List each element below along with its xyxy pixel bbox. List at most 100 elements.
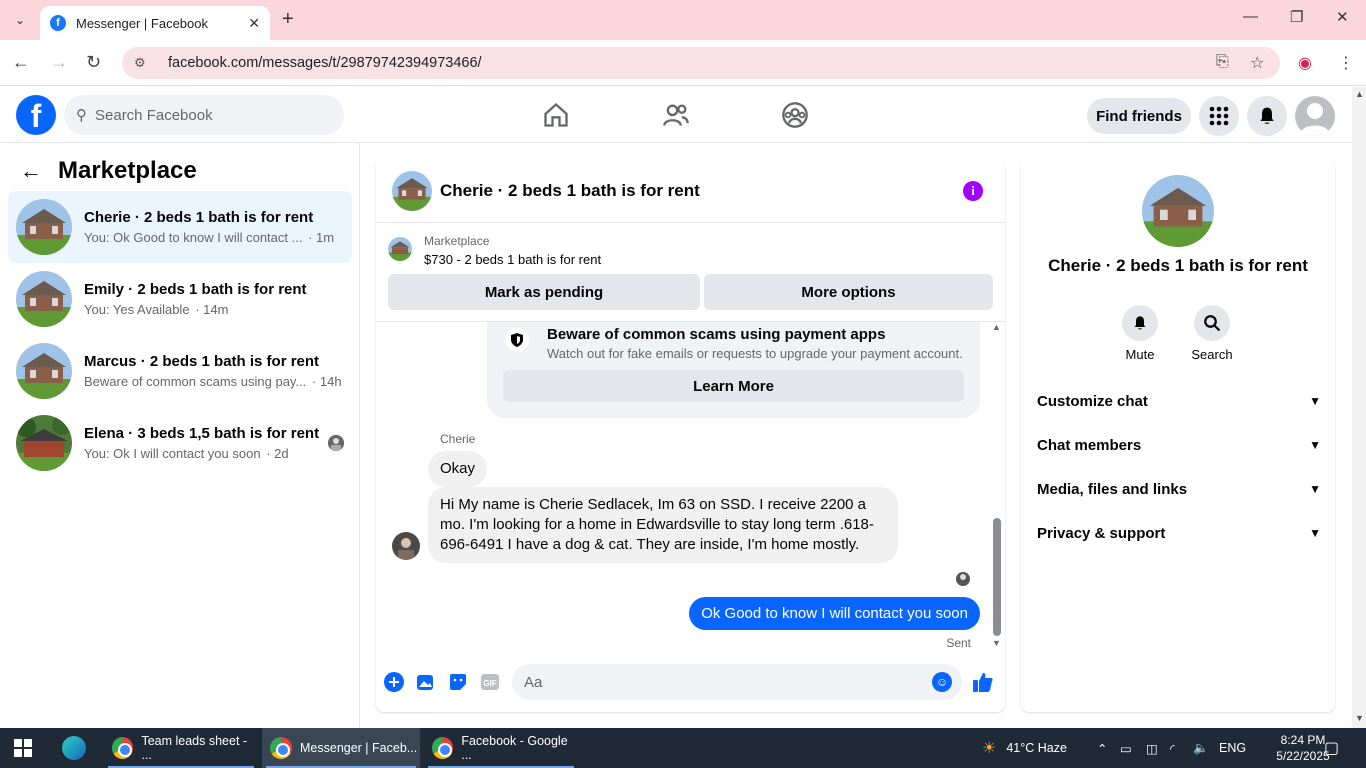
- search-icon: [1194, 305, 1230, 341]
- edge-browser-icon[interactable]: [62, 736, 86, 760]
- media-files-links-section[interactable]: Media, files and links ▼: [1037, 473, 1321, 505]
- back-arrow-icon[interactable]: ←: [12, 52, 30, 73]
- incoming-message[interactable]: Okay: [428, 451, 488, 487]
- add-plus-icon[interactable]: [383, 671, 405, 693]
- marketplace-header: ← Marketplace: [20, 157, 197, 185]
- learn-more-button[interactable]: Learn More: [503, 370, 964, 402]
- taskbar-item-team-leads[interactable]: Team leads sheet - ...: [104, 728, 258, 768]
- chat-scrollbar[interactable]: ▲ ▼: [990, 322, 1002, 652]
- windows-taskbar: Team leads sheet - ... Messenger | Faceb…: [0, 728, 1366, 768]
- listing-source: Marketplace: [424, 234, 490, 248]
- house-thumbnail: [16, 199, 72, 255]
- taskbar-item-label: Team leads sheet - ...: [141, 734, 248, 762]
- scam-warning-body: Watch out for fake emails or requests to…: [547, 346, 963, 361]
- language-indicator[interactable]: ENG: [1219, 728, 1246, 768]
- listing-title[interactable]: $730 - 2 beds 1 bath is for rent: [424, 252, 601, 267]
- chevron-down-icon: ▼: [1309, 438, 1321, 452]
- chat-panel: Cherie · 2 beds 1 bath is for rent i Mar…: [376, 159, 1005, 712]
- conversation-name: Cherie · 2 beds 1 bath is for rent: [84, 209, 314, 226]
- home-icon[interactable]: [542, 101, 570, 129]
- restore-icon[interactable]: ❐: [1290, 8, 1303, 26]
- listing-banner: Marketplace $730 - 2 beds 1 bath is for …: [376, 224, 1005, 322]
- info-icon[interactable]: i: [963, 181, 983, 201]
- emoji-icon[interactable]: ☺: [932, 672, 952, 692]
- conversation-name: Elena · 3 beds 1,5 bath is for rent: [84, 425, 320, 442]
- scroll-down-arrow-icon[interactable]: ▼: [992, 638, 1001, 648]
- conversation-time: · 2d: [266, 446, 289, 461]
- privacy-support-section[interactable]: Privacy & support ▼: [1037, 517, 1321, 549]
- mute-action[interactable]: Mute: [1110, 305, 1170, 362]
- tab-search-chevron-icon[interactable]: ⌄: [8, 8, 32, 32]
- volume-icon[interactable]: 🔈: [1193, 728, 1209, 768]
- site-settings-icon[interactable]: ⚙: [134, 55, 152, 71]
- sticker-icon[interactable]: [447, 671, 469, 693]
- tab-close-icon[interactable]: ✕: [248, 15, 260, 32]
- mute-label: Mute: [1125, 347, 1155, 362]
- gif-icon[interactable]: GIF: [479, 671, 501, 693]
- scam-warning-card: Beware of common scams using payment app…: [487, 322, 980, 418]
- conversation-item[interactable]: Emily · 2 beds 1 bath is for rent You: Y…: [8, 263, 352, 335]
- bookmark-star-icon[interactable]: ☆: [1250, 53, 1264, 73]
- chat-title[interactable]: Cherie · 2 beds 1 bath is for rent: [440, 181, 700, 201]
- tray-chevron-up-icon[interactable]: ⌃: [1097, 728, 1107, 768]
- conversation-item[interactable]: Cherie · 2 beds 1 bath is for rent You: …: [8, 191, 352, 263]
- customize-chat-section[interactable]: Customize chat ▼: [1037, 385, 1321, 417]
- more-options-button[interactable]: More options: [704, 274, 993, 310]
- message-composer: GIF Aa ☺: [376, 659, 1005, 707]
- install-app-icon[interactable]: ⎘: [1216, 53, 1229, 71]
- page-scroll-down-icon[interactable]: ▼: [1355, 713, 1364, 723]
- outgoing-message[interactable]: Ok Good to know I will contact you soon: [689, 597, 980, 630]
- reload-icon[interactable]: ↻: [86, 52, 101, 73]
- account-avatar[interactable]: [1295, 96, 1335, 136]
- svg-text:GIF: GIF: [483, 679, 496, 688]
- menu-grid-icon[interactable]: [1199, 96, 1239, 136]
- back-arrow-icon[interactable]: ←: [20, 158, 42, 184]
- chat-house-thumbnail[interactable]: [392, 170, 432, 211]
- minimize-icon[interactable]: —: [1243, 8, 1258, 25]
- wifi-icon[interactable]: ◜: [1170, 728, 1175, 768]
- weather-widget[interactable]: ☀ 41°C Haze: [982, 728, 1067, 768]
- scroll-up-arrow-icon[interactable]: ▲: [992, 322, 1001, 332]
- battery-icon[interactable]: ▭: [1120, 728, 1132, 768]
- chrome-icon: [432, 737, 454, 759]
- new-tab-plus-icon[interactable]: +: [282, 8, 294, 31]
- forward-arrow-icon[interactable]: →: [50, 52, 68, 73]
- tab-title: Messenger | Facebook: [76, 15, 208, 31]
- message-input[interactable]: Aa ☺: [512, 664, 962, 700]
- marketplace-conversation-list: ← Marketplace Cherie · 2 beds 1 bath is …: [0, 143, 360, 728]
- conversation-item[interactable]: Marcus · 2 beds 1 bath is for rent Bewar…: [8, 335, 352, 407]
- facebook-logo-icon[interactable]: f: [16, 95, 56, 135]
- groups-icon[interactable]: [781, 101, 809, 129]
- incoming-message[interactable]: Hi My name is Cherie Sedlacek, Im 63 on …: [428, 487, 898, 563]
- page-scrollbar[interactable]: ▲ ▼: [1352, 87, 1366, 728]
- windows-start-icon[interactable]: [14, 739, 32, 757]
- weather-icon: ☀: [982, 740, 997, 757]
- url-text: facebook.com/messages/t/2987974239497346…: [168, 55, 482, 71]
- notification-center-icon[interactable]: ▢: [1324, 728, 1339, 768]
- search-action[interactable]: Search: [1182, 305, 1242, 362]
- sender-avatar[interactable]: [392, 532, 420, 560]
- like-thumbs-up-icon[interactable]: [972, 671, 994, 693]
- address-bar[interactable]: ⚙ facebook.com/messages/t/29879742394973…: [122, 47, 1280, 79]
- listing-avatar[interactable]: [1142, 175, 1214, 247]
- chat-members-section[interactable]: Chat members ▼: [1037, 429, 1321, 461]
- mark-as-pending-button[interactable]: Mark as pending: [388, 274, 700, 310]
- browser-tab-messenger[interactable]: f Messenger | Facebook ✕: [40, 6, 270, 40]
- notifications-bell-icon[interactable]: [1247, 96, 1287, 136]
- section-label: Media, files and links: [1037, 480, 1188, 498]
- scroll-thumb[interactable]: [993, 518, 1001, 636]
- find-friends-button[interactable]: Find friends: [1087, 98, 1191, 134]
- window-close-icon[interactable]: ✕: [1336, 8, 1349, 26]
- taskbar-item-messenger[interactable]: Messenger | Faceb...: [262, 728, 420, 768]
- search-facebook-input[interactable]: ⚲ Search Facebook: [64, 95, 344, 135]
- meet-icon[interactable]: ◫: [1146, 728, 1158, 768]
- listing-thumbnail[interactable]: [388, 237, 412, 261]
- photo-icon[interactable]: [415, 671, 437, 693]
- friends-icon[interactable]: [662, 101, 690, 129]
- taskbar-item-facebook-chrome[interactable]: Facebook - Google ...: [424, 728, 578, 768]
- browser-menu-icon[interactable]: ⋮: [1338, 53, 1354, 73]
- page-scroll-up-icon[interactable]: ▲: [1355, 89, 1364, 99]
- profile-icon[interactable]: ◉: [1298, 53, 1312, 73]
- conversation-item[interactable]: Elena · 3 beds 1,5 bath is for rent You:…: [8, 407, 352, 479]
- browser-toolbar: ← → ↻ ⚙ facebook.com/messages/t/29879742…: [0, 40, 1366, 86]
